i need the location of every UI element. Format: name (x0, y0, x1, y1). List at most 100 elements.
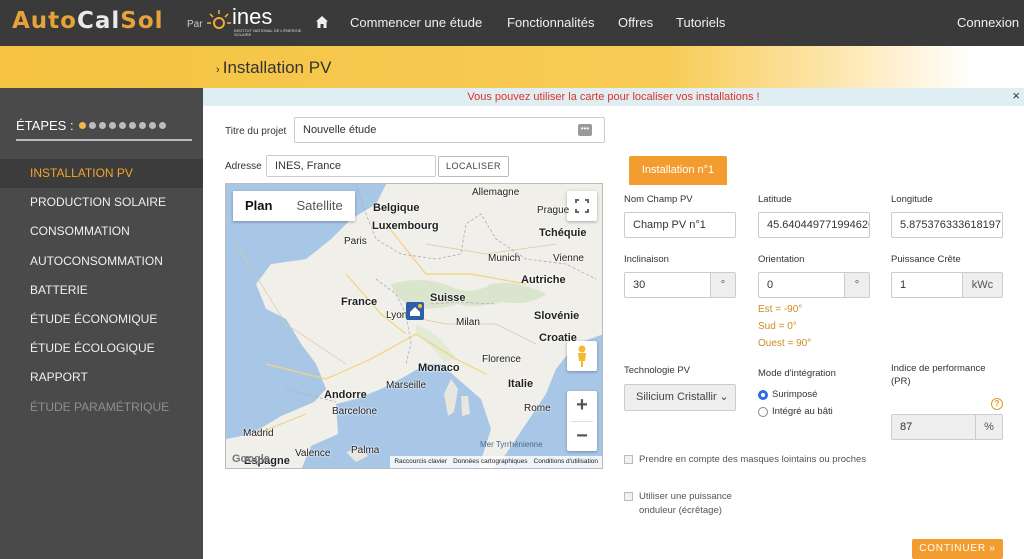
help-icon[interactable]: ? (991, 398, 1003, 410)
logo-part-sol: Sol (120, 8, 164, 34)
localiser-button[interactable]: LOCALISER (438, 156, 509, 177)
pr-input[interactable]: 87 % (891, 414, 1003, 440)
inclinaison-input[interactable]: 30 ° (624, 272, 736, 298)
zoom-out-button[interactable]: − (567, 422, 597, 452)
home-icon[interactable] (315, 15, 329, 29)
pr-label: Indice de performance (PR) (891, 363, 986, 387)
longitude-input[interactable]: 5.875376333618197 (891, 212, 1003, 238)
inclinaison-value: 30 (633, 279, 646, 291)
radio-surimpose-label: Surimposé (772, 389, 818, 400)
puissance-input[interactable]: 1 kWc (891, 272, 1003, 298)
inclinaison-label: Inclinaison (624, 254, 669, 265)
nav-offres[interactable]: Offres (618, 15, 653, 30)
map-label-andorre: Andorre (324, 389, 367, 401)
ines-subtitle: INSTITUT NATIONAL DE L'ÉNERGIE SOLAIRE (234, 28, 302, 37)
map-data-link[interactable]: Données cartographiques (453, 456, 527, 468)
step-dot (89, 122, 96, 129)
map-tab-satellite[interactable]: Satellite (284, 191, 354, 221)
sidebar-item-consommation[interactable]: CONSOMMATION (0, 217, 203, 246)
map[interactable]: Plan Satellite Allemagne Belgique Prague… (225, 183, 603, 469)
keyboard-shortcuts-link[interactable]: Raccourcis clavier (394, 456, 447, 468)
etapes-label: ÉTAPES : (16, 118, 74, 133)
radio-unselected-icon (758, 406, 768, 417)
orientation-label: Orientation (758, 254, 805, 265)
par-label: Par (187, 19, 203, 30)
map-label-palma: Palma (351, 445, 380, 456)
technologie-label: Technologie PV (624, 365, 691, 376)
login-link[interactable]: Connexion (957, 15, 1019, 30)
nav-tutoriels[interactable]: Tutoriels (676, 15, 725, 30)
logo-part-auto: Auto (12, 8, 77, 34)
sidebar-item-etude-economique[interactable]: ÉTUDE ÉCONOMIQUE (0, 305, 203, 334)
zoom-in-button[interactable]: + (567, 391, 597, 421)
nav-commencer-etude[interactable]: Commencer une étude (350, 15, 482, 30)
sidebar-divider (16, 139, 192, 141)
map-label-france: France (341, 296, 378, 308)
masques-label: Prendre en compte des masques lointains … (639, 454, 867, 465)
mode-integration-label: Mode d'intégration (758, 368, 836, 379)
latitude-input[interactable]: 45.640449771994626 (758, 212, 870, 238)
map-label-allemagne: Allemagne (472, 187, 520, 198)
step-dot (99, 122, 106, 129)
radio-selected-icon (758, 389, 768, 400)
map-label-milan: Milan (456, 317, 480, 328)
nom-champ-input[interactable]: Champ PV n°1 (624, 212, 736, 238)
map-label-autriche: Autriche (521, 274, 566, 286)
pegman-icon[interactable] (567, 341, 597, 371)
map-label-italie: Italie (508, 378, 534, 390)
map-attribution: Raccourcis clavier Données cartographiqu… (390, 456, 602, 468)
orientation-help-est: Est = -90° (758, 304, 803, 315)
ines-wordmark: ines (232, 4, 273, 29)
sidebar-item-installation-pv[interactable]: INSTALLATION PV (0, 159, 203, 188)
nav-fonctionnalites[interactable]: Fonctionnalités (507, 15, 594, 30)
map-label-slovenie: Slovénie (534, 310, 580, 322)
sidebar-item-production-solaire[interactable]: PRODUCTION SOLAIRE (0, 188, 203, 217)
sidebar-item-etude-parametrique: ÉTUDE PARAMÉTRIQUE (30, 399, 170, 414)
map-label-lyon: Lyon (386, 310, 408, 321)
puissance-unit: kWc (962, 273, 1002, 297)
map-label-florence: Florence (482, 354, 521, 365)
google-logo: Google (232, 453, 270, 465)
installation-marker-icon[interactable] (406, 302, 424, 320)
sidebar-item-batterie[interactable]: BATTERIE (0, 276, 203, 305)
map-label-marseille: Marseille (386, 380, 427, 391)
step-dot (149, 122, 156, 129)
continue-button[interactable]: CONTINUER » (912, 539, 1003, 559)
address-input[interactable]: INES, France (266, 155, 436, 177)
step-progress (79, 122, 166, 129)
map-label-valence: Valence (295, 448, 331, 459)
sidebar-item-etude-ecologique[interactable]: ÉTUDE ÉCOLOGIQUE (0, 334, 203, 363)
nom-champ-label: Nom Champ PV (624, 194, 693, 205)
orientation-input[interactable]: 0 ° (758, 272, 870, 298)
radio-integre-bati[interactable]: Intégré au bâti (758, 406, 833, 417)
page-title-text: Installation PV (222, 58, 332, 77)
more-options-icon[interactable]: ••• (578, 124, 592, 136)
step-dot (129, 122, 136, 129)
close-icon[interactable]: × (1012, 88, 1020, 103)
step-dot (159, 122, 166, 129)
map-label-tchequie: Tchéquie (539, 227, 587, 239)
radio-surimpose[interactable]: Surimposé (758, 389, 817, 400)
top-nav: AutoCalSol Par ines INSTITUT NATIONAL DE… (0, 0, 1024, 46)
ines-logo[interactable]: ines INSTITUT NATIONAL DE L'ÉNERGIE SOLA… (206, 4, 301, 38)
alert-text: Vous pouvez utiliser la carte pour local… (467, 91, 760, 103)
sidebar-item-rapport[interactable]: RAPPORT (0, 363, 203, 392)
orientation-help-sud: Sud = 0° (758, 321, 797, 332)
onduleur-checkbox[interactable]: Utiliser une puissance onduleur (écrêtag… (624, 490, 744, 518)
page-title: › Installation PV (216, 58, 331, 78)
technologie-select[interactable]: Silicium Cristallin ⌄ (624, 384, 736, 411)
fullscreen-icon[interactable] (567, 191, 597, 221)
address-value: INES, France (275, 160, 342, 172)
map-label-paris: Paris (344, 236, 367, 247)
autocalsol-logo[interactable]: AutoCalSol (12, 8, 164, 34)
latitude-label: Latitude (758, 194, 792, 205)
terms-link[interactable]: Conditions d'utilisation (534, 456, 598, 468)
map-tab-plan[interactable]: Plan (233, 191, 284, 221)
project-title-input[interactable]: Nouvelle étude ••• (294, 117, 605, 143)
tab-installation-1[interactable]: Installation n°1 (629, 156, 727, 185)
sun-icon (207, 10, 231, 29)
masques-checkbox[interactable]: Prendre en compte des masques lointains … (624, 453, 866, 467)
inclinaison-unit: ° (710, 273, 735, 297)
step-dot (79, 122, 86, 129)
sidebar-item-autoconsommation[interactable]: AUTOCONSOMMATION (0, 247, 203, 276)
